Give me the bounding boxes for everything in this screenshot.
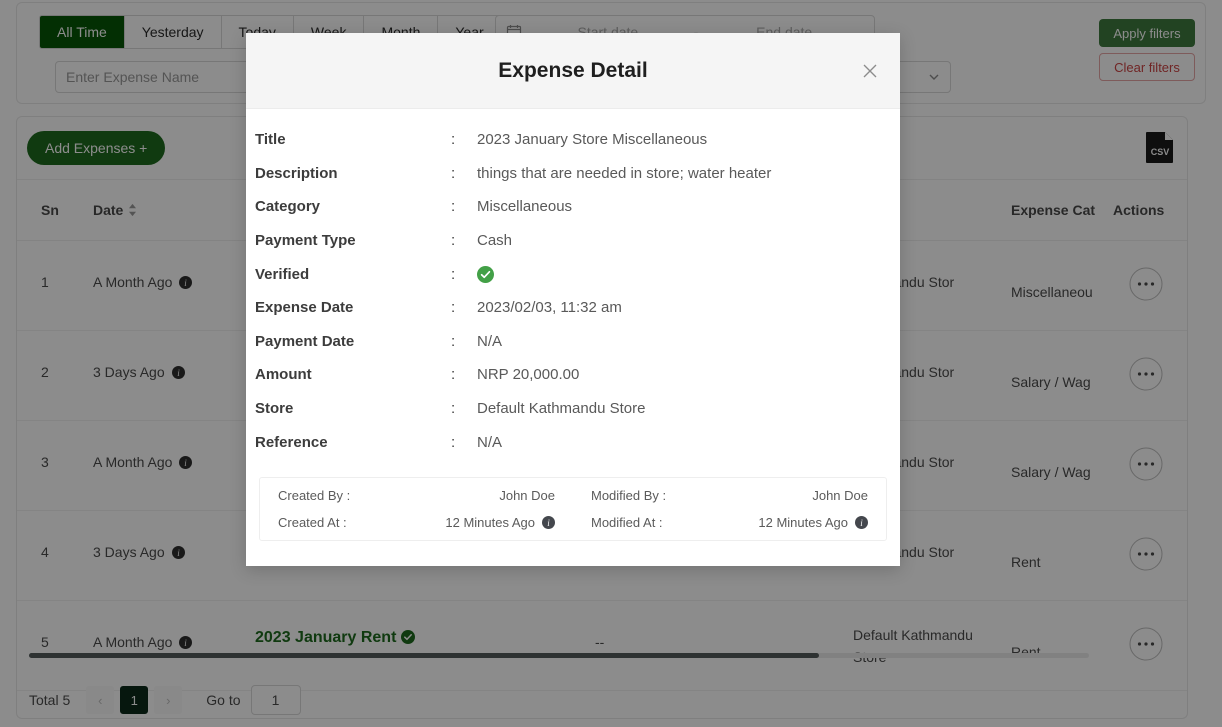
meta-cell-modified-by: Modified By : John Doe [573,488,886,503]
detail-row-amount: Amount : NRP 20,000.00 [246,358,900,392]
detail-label: Expense Date [255,299,354,317]
detail-row-reference: Reference : N/A [246,425,900,459]
meta-value-modified-by: John Doe [812,487,868,503]
meta-value-created-at: 12 Minutes Ago [445,514,535,530]
detail-colon: : [451,366,456,384]
detail-value-payment-type: Cash [477,232,513,250]
detail-label: Amount [255,366,312,384]
detail-row-verified: Verified : [246,257,900,291]
detail-label: Payment Type [255,232,356,250]
detail-row-description: Description : things that are needed in … [246,157,900,191]
detail-label: Description [255,164,338,182]
meta-label-created-by: Created By : [278,487,351,503]
detail-colon: : [451,433,456,451]
meta-cell-created-at: Created At : 12 Minutes Ago i [260,515,573,530]
meta-row-created-by: Created By : John Doe Modified By : John… [260,482,886,509]
meta-cell-modified-at: Modified At : 12 Minutes Ago i [573,515,886,530]
meta-label-created-at: Created At : [278,514,347,530]
detail-row-expense-date: Expense Date : 2023/02/03, 11:32 am [246,291,900,325]
detail-label: Verified [255,265,310,283]
close-icon[interactable] [860,61,880,81]
audit-meta-box: Created By : John Doe Modified By : John… [259,476,887,541]
detail-value-amount: NRP 20,000.00 [477,366,580,384]
detail-label: Title [255,131,286,149]
meta-value-modified-at: 12 Minutes Ago [758,514,848,530]
detail-colon: : [451,198,456,216]
detail-row-category: Category : Miscellaneous [246,190,900,224]
detail-value-expense-date: 2023/02/03, 11:32 am [477,299,622,317]
detail-row-payment-type: Payment Type : Cash [246,224,900,258]
detail-label: Store [255,400,294,418]
detail-value-title: 2023 January Store Miscellaneous [477,131,708,149]
detail-value-reference: N/A [477,433,503,451]
meta-cell-created-by: Created By : John Doe [260,488,573,503]
expense-detail-modal: Expense Detail Title : 2023 January Stor… [246,33,900,566]
detail-colon: : [451,400,456,418]
detail-value-description: things that are needed in store; water h… [477,164,772,182]
detail-colon: : [451,265,456,283]
detail-label: Category [255,198,321,216]
detail-colon: : [451,299,456,317]
info-icon[interactable]: i [855,515,868,529]
verified-check-icon [477,265,494,283]
detail-value-store: Default Kathmandu Store [477,400,646,418]
detail-colon: : [451,131,456,149]
meta-row-created-at: Created At : 12 Minutes Ago i Modified A… [260,509,886,536]
detail-row-payment-date: Payment Date : N/A [246,325,900,359]
meta-label-modified-by: Modified By : [591,487,667,503]
modal-title: Expense Detail [498,58,648,82]
detail-value-category: Miscellaneous [477,198,573,216]
modal-header: Expense Detail [246,33,900,109]
modal-body: Title : 2023 January Store Miscellaneous… [246,109,900,541]
meta-label-modified-at: Modified At : [591,514,663,530]
detail-colon: : [451,232,456,250]
meta-value-created-by: John Doe [499,487,555,503]
detail-colon: : [451,332,456,350]
info-icon[interactable]: i [542,515,555,529]
detail-label: Reference [255,433,328,451]
detail-label: Payment Date [255,332,355,350]
detail-row-store: Store : Default Kathmandu Store [246,392,900,426]
detail-value-payment-date: N/A [477,332,503,350]
detail-row-title: Title : 2023 January Store Miscellaneous [246,123,900,157]
detail-colon: : [451,164,456,182]
